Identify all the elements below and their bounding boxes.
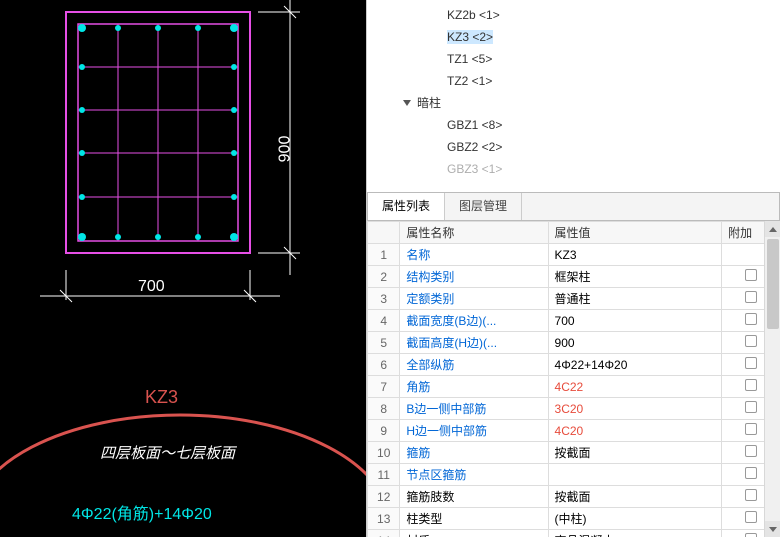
checkbox-icon[interactable] bbox=[745, 467, 757, 479]
property-name: 箍筋 bbox=[400, 442, 548, 464]
header-name: 属性名称 bbox=[400, 222, 548, 244]
header-value: 属性值 bbox=[548, 222, 722, 244]
tree-item[interactable]: GBZ1 <8> bbox=[387, 114, 780, 136]
property-name: H边一侧中部筋 bbox=[400, 420, 548, 442]
scroll-down-button[interactable] bbox=[765, 521, 780, 537]
property-value[interactable]: 普通柱 bbox=[548, 288, 722, 310]
tree-item[interactable]: KZ2b <1> bbox=[387, 4, 780, 26]
property-row[interactable]: 5截面高度(H边)(...900 bbox=[368, 332, 780, 354]
property-value[interactable] bbox=[548, 464, 722, 486]
checkbox-icon[interactable] bbox=[745, 335, 757, 347]
property-row[interactable]: 8B边一侧中部筋3C20 bbox=[368, 398, 780, 420]
chevron-up-icon bbox=[769, 227, 777, 232]
property-name: B边一侧中部筋 bbox=[400, 398, 548, 420]
property-name: 节点区箍筋 bbox=[400, 464, 548, 486]
property-grid[interactable]: 属性名称 属性值 附加 1名称KZ32结构类别框架柱3定额类别普通柱4截面宽度(… bbox=[367, 220, 780, 537]
tree-item[interactable]: GBZ2 <2> bbox=[387, 136, 780, 158]
property-value[interactable]: (中柱) bbox=[548, 508, 722, 530]
tree-group[interactable]: 暗柱 bbox=[387, 92, 780, 114]
property-name: 箍筋肢数 bbox=[400, 486, 548, 508]
grid-scrollbar[interactable] bbox=[764, 221, 780, 537]
property-value[interactable]: 4C20 bbox=[548, 420, 722, 442]
property-name: 定额类别 bbox=[400, 288, 548, 310]
property-name: 柱类型 bbox=[400, 508, 548, 530]
property-row[interactable]: 3定额类别普通柱 bbox=[368, 288, 780, 310]
checkbox-icon[interactable] bbox=[745, 379, 757, 391]
property-row[interactable]: 7角筋4C22 bbox=[368, 376, 780, 398]
checkbox-icon[interactable] bbox=[745, 401, 757, 413]
row-number: 7 bbox=[368, 376, 400, 398]
dim-width: 700 bbox=[138, 278, 165, 296]
property-value[interactable]: 按截面 bbox=[548, 486, 722, 508]
row-number: 8 bbox=[368, 398, 400, 420]
checkbox-icon[interactable] bbox=[745, 291, 757, 303]
checkbox-icon[interactable] bbox=[745, 445, 757, 457]
property-value[interactable]: 4C22 bbox=[548, 376, 722, 398]
property-tabs: 属性列表 图层管理 bbox=[367, 192, 780, 220]
dim-height: 900 bbox=[276, 136, 294, 163]
property-value[interactable]: 按截面 bbox=[548, 442, 722, 464]
property-row[interactable]: 12箍筋肢数按截面 bbox=[368, 486, 780, 508]
property-value[interactable]: 框架柱 bbox=[548, 266, 722, 288]
tab-properties[interactable]: 属性列表 bbox=[368, 193, 445, 220]
property-row[interactable]: 2结构类别框架柱 bbox=[368, 266, 780, 288]
checkbox-icon[interactable] bbox=[745, 533, 757, 537]
property-value[interactable]: 700 bbox=[548, 310, 722, 332]
scroll-thumb[interactable] bbox=[767, 239, 779, 329]
tab-layers[interactable]: 图层管理 bbox=[445, 193, 522, 220]
tree-item[interactable]: GBZ3 <1> bbox=[387, 158, 780, 180]
property-value[interactable]: KZ3 bbox=[548, 244, 722, 266]
row-number: 10 bbox=[368, 442, 400, 464]
property-row[interactable]: 14材质商品混凝土 bbox=[368, 530, 780, 537]
property-row[interactable]: 11节点区箍筋 bbox=[368, 464, 780, 486]
row-number: 4 bbox=[368, 310, 400, 332]
property-row[interactable]: 4截面宽度(B边)(...700 bbox=[368, 310, 780, 332]
checkbox-icon[interactable] bbox=[745, 489, 757, 501]
property-name: 截面高度(H边)(... bbox=[400, 332, 548, 354]
property-row[interactable]: 10箍筋按截面 bbox=[368, 442, 780, 464]
property-name: 全部纵筋 bbox=[400, 354, 548, 376]
row-number: 3 bbox=[368, 288, 400, 310]
row-number: 9 bbox=[368, 420, 400, 442]
row-number: 2 bbox=[368, 266, 400, 288]
row-number: 6 bbox=[368, 354, 400, 376]
right-panel: KZ2b <1> KZ3 <2> TZ1 <5> TZ2 <1> 暗柱 GBZ1… bbox=[366, 0, 780, 537]
header-rownum bbox=[368, 222, 400, 244]
property-row[interactable]: 13柱类型(中柱) bbox=[368, 508, 780, 530]
tree-item[interactable]: TZ2 <1> bbox=[387, 70, 780, 92]
property-name: 角筋 bbox=[400, 376, 548, 398]
row-number: 11 bbox=[368, 464, 400, 486]
row-number: 14 bbox=[368, 530, 400, 537]
component-tree[interactable]: KZ2b <1> KZ3 <2> TZ1 <5> TZ2 <1> 暗柱 GBZ1… bbox=[367, 0, 780, 192]
property-row[interactable]: 9H边一侧中部筋4C20 bbox=[368, 420, 780, 442]
property-value[interactable]: 900 bbox=[548, 332, 722, 354]
tree-item-selected[interactable]: KZ3 <2> bbox=[387, 26, 780, 48]
chevron-down-icon bbox=[769, 527, 777, 532]
checkbox-icon[interactable] bbox=[745, 313, 757, 325]
property-row[interactable]: 1名称KZ3 bbox=[368, 244, 780, 266]
floor-range-label: 四层板面～七层板面 bbox=[100, 442, 235, 463]
row-number: 1 bbox=[368, 244, 400, 266]
checkbox-icon[interactable] bbox=[745, 423, 757, 435]
scroll-up-button[interactable] bbox=[765, 221, 780, 237]
property-value[interactable]: 4Φ22+14Φ20 bbox=[548, 354, 722, 376]
row-number: 12 bbox=[368, 486, 400, 508]
checkbox-icon[interactable] bbox=[745, 269, 757, 281]
checkbox-icon[interactable] bbox=[745, 511, 757, 523]
rebar-spec-label: 4Φ22(角筋)+14Φ20 bbox=[72, 500, 212, 524]
column-name-label: KZ3 bbox=[145, 387, 178, 408]
property-row[interactable]: 6全部纵筋4Φ22+14Φ20 bbox=[368, 354, 780, 376]
cad-viewport[interactable]: 700 900 KZ3 四层板面～七层板面 4Φ22(角筋)+14Φ20 bbox=[0, 0, 366, 537]
property-name: 结构类别 bbox=[400, 266, 548, 288]
property-name: 名称 bbox=[400, 244, 548, 266]
property-value[interactable]: 商品混凝土 bbox=[548, 530, 722, 537]
row-number: 13 bbox=[368, 508, 400, 530]
property-name: 截面宽度(B边)(... bbox=[400, 310, 548, 332]
property-value[interactable]: 3C20 bbox=[548, 398, 722, 420]
checkbox-icon[interactable] bbox=[745, 357, 757, 369]
property-name: 材质 bbox=[400, 530, 548, 537]
tree-item[interactable]: TZ1 <5> bbox=[387, 48, 780, 70]
row-number: 5 bbox=[368, 332, 400, 354]
